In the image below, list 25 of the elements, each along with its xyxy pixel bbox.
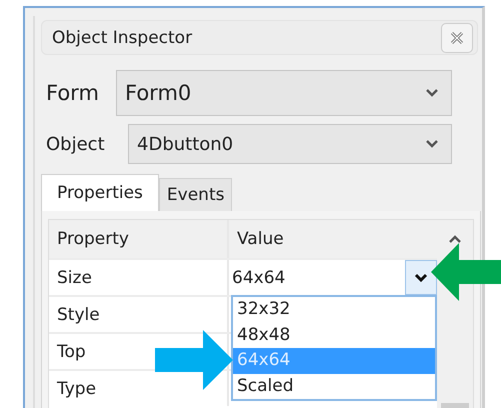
tab[interactable]: Events xyxy=(158,178,232,211)
tab[interactable]: Properties xyxy=(41,174,159,211)
chevron-down-icon xyxy=(413,272,429,284)
dropdown-button[interactable] xyxy=(405,260,437,295)
arrow-icon xyxy=(431,243,501,301)
close-button[interactable] xyxy=(441,22,473,52)
form-label: Form xyxy=(45,81,100,105)
property-name: Size xyxy=(49,260,229,295)
column-header: Property xyxy=(49,220,229,258)
scroll-up-icon[interactable] xyxy=(448,234,462,244)
close-icon xyxy=(449,30,465,46)
column-header: Value xyxy=(236,228,285,251)
object-label: Object xyxy=(45,134,106,154)
chevron-down-icon xyxy=(425,88,439,98)
object-value: 4Dbutton0 xyxy=(137,134,234,154)
arrow-icon xyxy=(155,330,233,390)
dropdown-option[interactable]: 32x32 xyxy=(233,297,435,322)
property-value: 64x64 xyxy=(232,268,286,288)
form-dropdown[interactable]: Form0 xyxy=(116,70,452,116)
chevron-down-icon xyxy=(425,139,439,149)
form-value: Form0 xyxy=(125,81,192,105)
dropdown-option[interactable]: Scaled xyxy=(233,374,435,399)
panel-title: Object Inspector xyxy=(52,28,192,48)
dropdown-option[interactable]: 48x48 xyxy=(233,322,435,348)
object-dropdown[interactable]: 4Dbutton0 xyxy=(128,124,452,164)
